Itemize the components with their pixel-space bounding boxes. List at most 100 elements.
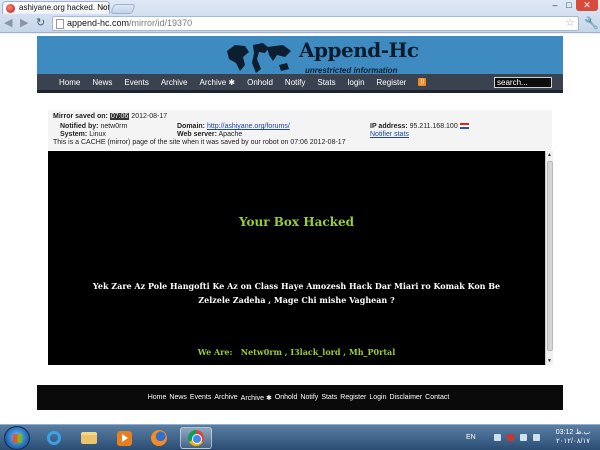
ip-value: 95.211.168.100 <box>409 123 458 130</box>
footer-home[interactable]: Home <box>148 394 167 401</box>
rss-icon[interactable]: )) <box>418 78 427 86</box>
menu-events[interactable]: Events <box>124 78 148 87</box>
domain: Domain: http://ashiyane.org/forums/ <box>177 123 290 131</box>
folder-icon <box>81 432 97 444</box>
notifier-stats-link[interactable]: Notifier stats <box>370 131 409 139</box>
windows-taskbar: EN 03:12 ب.ظ ۲۰۱۲/۰۸/۱۷ <box>0 424 600 450</box>
footer-events[interactable]: Events <box>190 394 211 401</box>
system-value: Linux <box>89 131 106 138</box>
site-logo-title[interactable]: Append-Hc <box>299 38 419 62</box>
menu-notify[interactable]: Notify <box>285 78 305 87</box>
menu-archive-special[interactable]: Archive ✱ <box>200 78 236 87</box>
menu-divider <box>37 90 563 93</box>
defacement-title: Your Box Hacked <box>239 215 354 229</box>
footer-disclaimer[interactable]: Disclaimer <box>389 394 422 401</box>
footer-register[interactable]: Register <box>340 394 366 401</box>
saved-label: Mirror saved on: <box>53 113 108 120</box>
frame-scrollbar[interactable]: ▲ ▼ <box>545 151 553 365</box>
site-favicon-icon <box>6 4 15 13</box>
footer-archive[interactable]: Archive <box>214 394 237 401</box>
domain-label: Domain: <box>177 123 205 130</box>
tray-arrow-icon[interactable] <box>493 434 501 441</box>
notified-label: Notified by: <box>60 123 99 130</box>
mirror-frame: Your Box Hacked Yek Zare Az Pole Hangoft… <box>48 151 553 365</box>
saved-time: 07:06 <box>109 113 130 120</box>
footer-news[interactable]: News <box>169 394 187 401</box>
site-footer: Home News Events Archive Archive ✱ Onhol… <box>37 385 563 410</box>
language-indicator[interactable]: EN <box>466 434 476 441</box>
web-server: Web server: Apache <box>177 131 242 139</box>
menu-news[interactable]: News <box>92 78 112 87</box>
world-map-icon <box>227 43 291 73</box>
mirror-info-panel: Mirror saved on: 07:06 2012-08-17 Notifi… <box>48 110 552 150</box>
footer-onhold[interactable]: Onhold <box>275 394 298 401</box>
search-input[interactable] <box>494 77 552 88</box>
menu-archive[interactable]: Archive <box>161 78 188 87</box>
volume-icon[interactable] <box>532 434 540 441</box>
network-icon[interactable] <box>519 434 527 441</box>
domain-link[interactable]: http://ashiyane.org/forums/ <box>207 123 290 130</box>
menu-stats[interactable]: Stats <box>317 78 335 87</box>
main-menu: Home News Events Archive Archive ✱ Onhol… <box>37 74 563 90</box>
defacement-message: Yek Zare Az Pole Hangofti Ke Az on Class… <box>92 281 501 305</box>
page-viewport: Append-Hc unrestricted information Home … <box>0 34 600 424</box>
url-path: /mirror/id/19370 <box>129 18 193 28</box>
flag-icon <box>459 123 469 130</box>
saved-date: 2012-08-17 <box>131 113 168 120</box>
taskbar-chrome[interactable] <box>180 427 212 449</box>
tab-close-icon[interactable]: × <box>101 2 106 14</box>
taskbar-firefox[interactable] <box>143 427 175 449</box>
maximize-button[interactable]: □ <box>562 0 576 11</box>
ip-label: IP address: <box>370 123 408 130</box>
footer-stats[interactable]: Stats <box>321 394 337 401</box>
clock-date: ۲۰۱۲/۰۸/۱۷ <box>556 438 590 445</box>
scroll-up-arrow-icon[interactable]: ▲ <box>547 152 552 158</box>
browser-tab[interactable]: ashiyane.org hacked. Notif × <box>2 1 110 14</box>
start-button[interactable] <box>4 426 30 450</box>
url-host: append-hc.com <box>67 18 130 28</box>
menu-register[interactable]: Register <box>377 78 407 87</box>
bookmark-star-icon[interactable]: ☆ <box>565 17 575 30</box>
media-player-icon <box>116 430 132 446</box>
webserver-value: Apache <box>218 131 243 138</box>
window-close-button[interactable]: ✕ <box>576 0 598 11</box>
internet-explorer-icon <box>47 431 61 445</box>
clock-time: 03:12 ب.ظ <box>555 429 591 436</box>
footer-notify[interactable]: Notify <box>300 394 318 401</box>
action-center-icon[interactable] <box>506 434 514 441</box>
firefox-icon <box>151 430 167 446</box>
notified-value: netw0rm <box>100 123 128 130</box>
footer-login[interactable]: Login <box>369 394 386 401</box>
page-icon <box>56 19 64 29</box>
scroll-down-arrow-icon[interactable]: ▼ <box>547 358 552 364</box>
menu-home[interactable]: Home <box>59 78 80 87</box>
footer-archive-special[interactable]: Archive ✱ <box>241 394 272 402</box>
chrome-icon <box>188 430 204 446</box>
new-tab-button[interactable] <box>110 4 136 14</box>
system-label: System: <box>60 131 88 138</box>
system: System: Linux <box>60 131 106 139</box>
forward-button[interactable]: ▶ <box>20 17 28 29</box>
system-tray: EN <box>466 425 546 450</box>
back-button[interactable]: ◀ <box>4 17 12 29</box>
reload-button[interactable]: ↻ <box>36 17 45 29</box>
taskbar-explorer[interactable] <box>73 427 105 449</box>
menu-login[interactable]: login <box>348 78 365 87</box>
ip-address: IP address: 95.211.168.100 <box>370 123 469 131</box>
tab-title: ashiyane.org hacked. Notif <box>19 3 110 12</box>
browser-chrome: ashiyane.org hacked. Notif × – □ ✕ ◀ ▶ ↻… <box>0 0 600 33</box>
address-bar[interactable]: append-hc.com/mirror/id/19370 ☆ <box>52 16 579 31</box>
taskbar-media-player[interactable] <box>108 427 140 449</box>
clock[interactable]: 03:12 ب.ظ ۲۰۱۲/۰۸/۱۷ <box>548 428 598 446</box>
notified-by: Notified by: netw0rm <box>60 123 127 131</box>
minimize-button[interactable]: – <box>548 0 562 11</box>
menu-onhold[interactable]: Onhold <box>247 78 273 87</box>
scroll-thumb[interactable] <box>547 161 553 351</box>
defacement-signature: We Are: Netw0rm , I3lack_lord , Mh_P0rta… <box>197 347 396 357</box>
webserver-label: Web server: <box>177 131 217 138</box>
wrench-menu-icon[interactable]: 🔧 <box>584 17 599 29</box>
cache-note: This is a CACHE (mirror) page of the sit… <box>53 139 346 146</box>
saved-on: Mirror saved on: 07:06 2012-08-17 <box>53 113 167 121</box>
taskbar-ie[interactable] <box>38 427 70 449</box>
footer-contact[interactable]: Contact <box>425 394 449 401</box>
